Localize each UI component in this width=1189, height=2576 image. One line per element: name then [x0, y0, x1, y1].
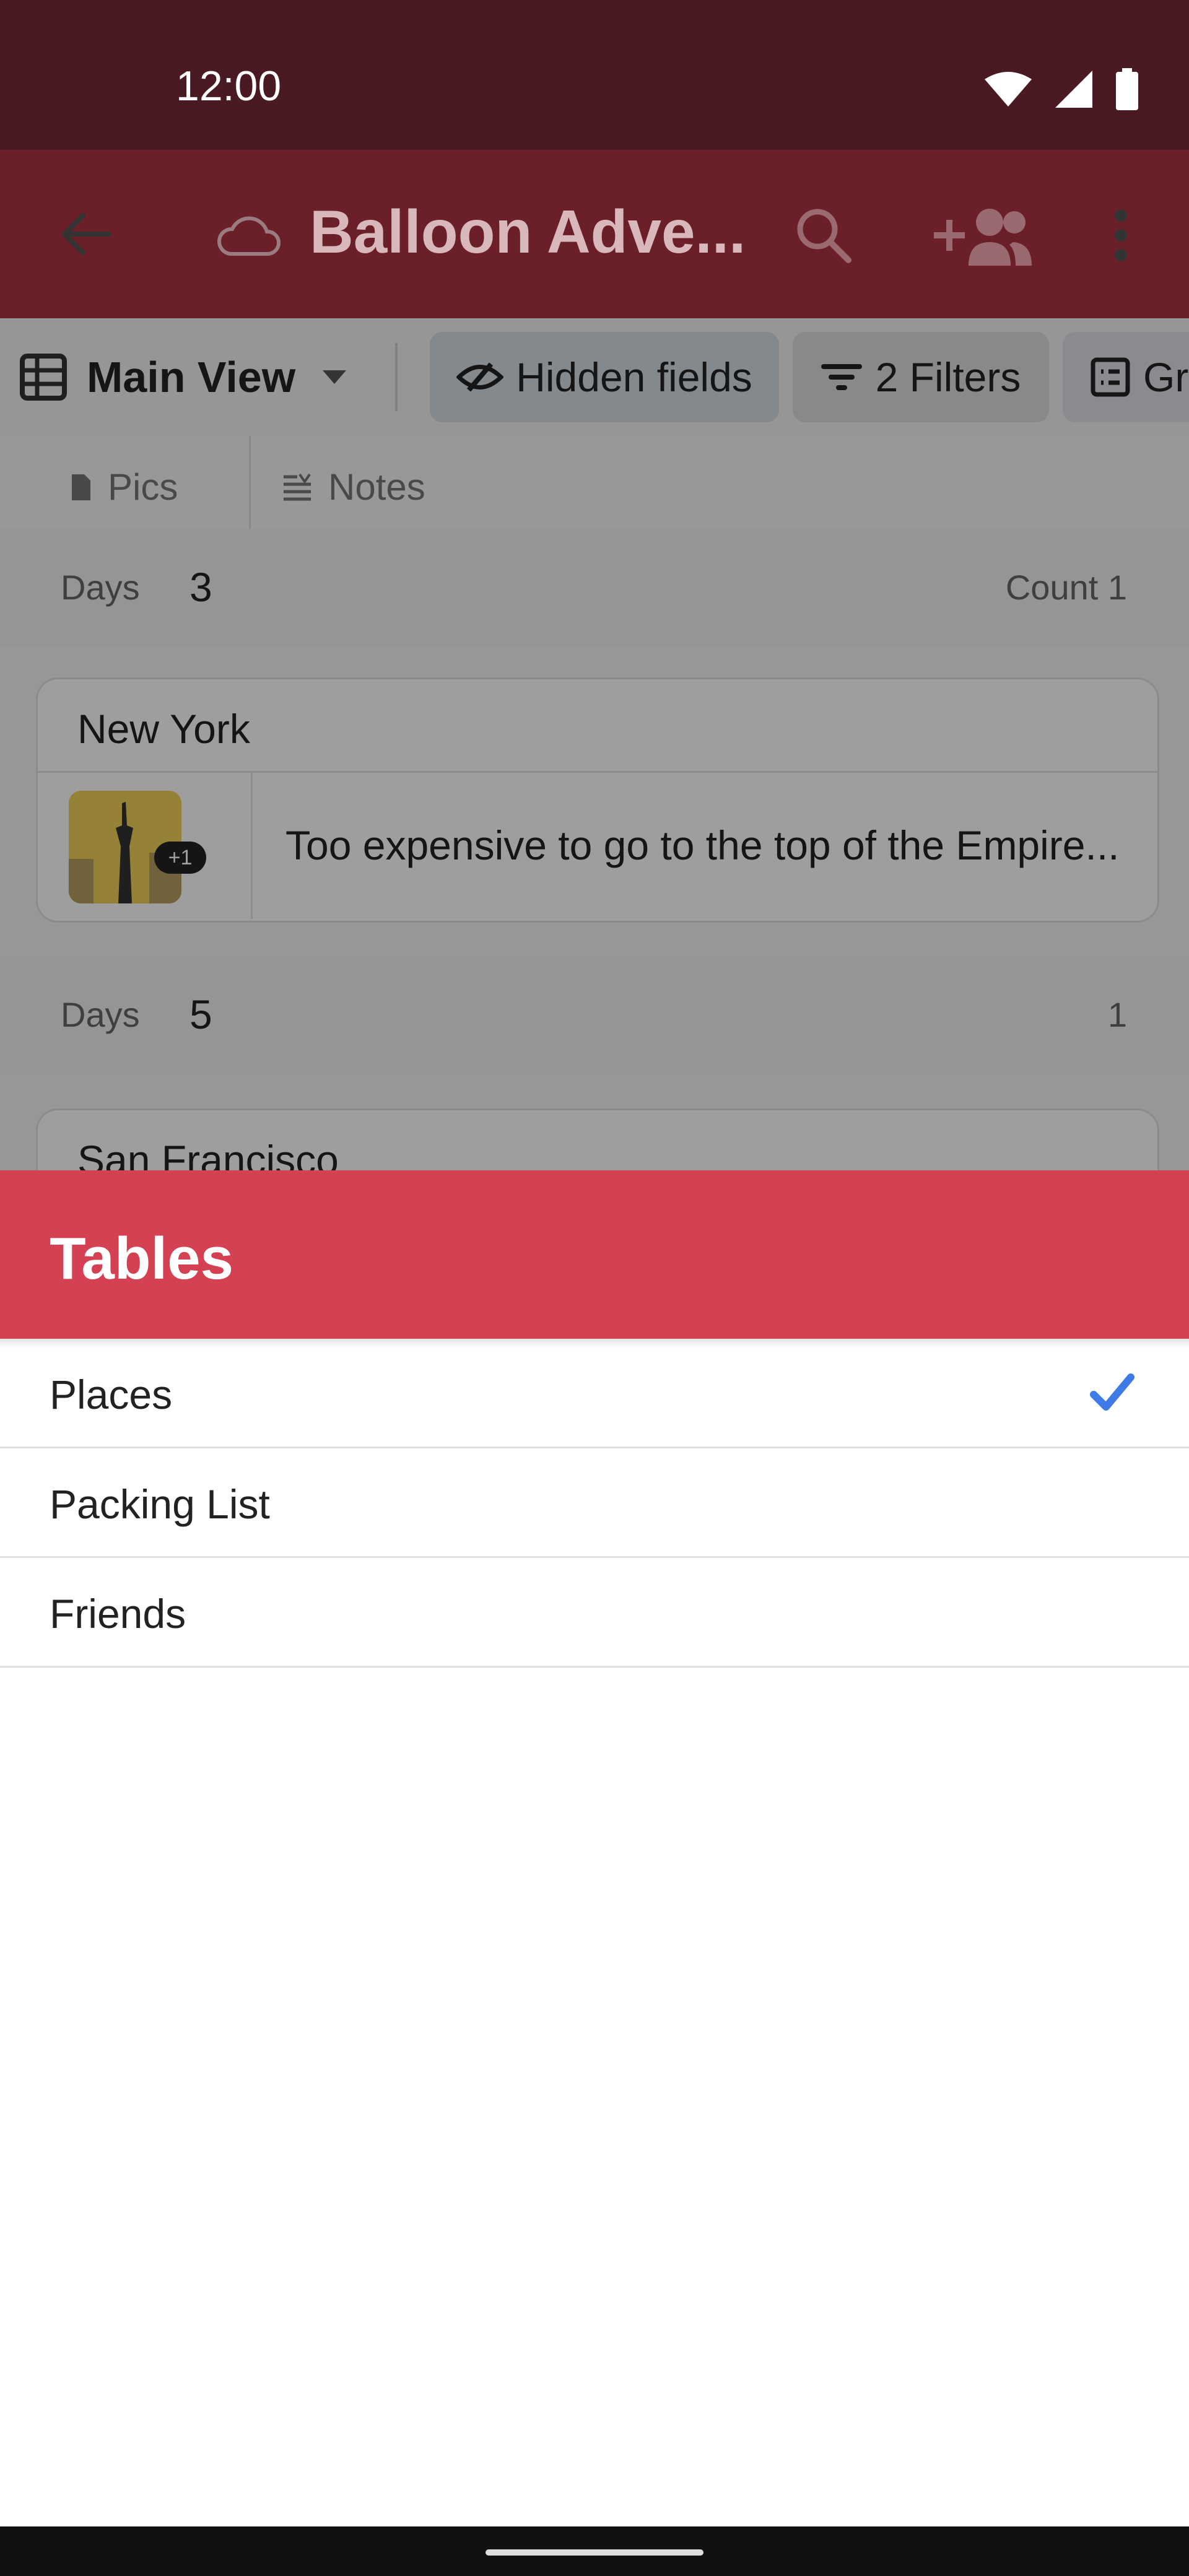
- cloud-icon: [214, 211, 282, 260]
- add-collaborator-button[interactable]: [929, 201, 1034, 269]
- table-label: Friends: [50, 1591, 186, 1637]
- modal-scrim[interactable]: [0, 318, 1189, 1170]
- table-label: Packing List: [50, 1481, 270, 1527]
- table-item-packing-list[interactable]: Packing List: [0, 1448, 1189, 1558]
- table-label: Places: [50, 1372, 173, 1417]
- sheet-title: Tables: [50, 1225, 233, 1292]
- back-button[interactable]: [56, 204, 115, 264]
- add-user-icon: [934, 209, 1032, 266]
- wifi-icon: [985, 72, 1032, 107]
- signal-icon: [1055, 71, 1092, 108]
- status-time: 12:00: [176, 63, 282, 110]
- tables-sheet: Places Packing List Friends: [0, 1339, 1189, 2526]
- search-icon: [797, 209, 851, 263]
- battery-icon: [1116, 68, 1138, 110]
- app-title: Balloon Adve...: [310, 198, 746, 266]
- search-button[interactable]: [793, 204, 855, 266]
- home-gesture-handle[interactable]: [486, 2549, 703, 2556]
- check-icon: [1090, 1373, 1135, 1411]
- more-options-button[interactable]: [1102, 204, 1139, 266]
- table-item-places[interactable]: Places: [0, 1339, 1189, 1448]
- more-vert-icon: [1115, 209, 1127, 261]
- table-item-friends[interactable]: Friends: [0, 1558, 1189, 1668]
- status-icons: [983, 68, 1139, 110]
- sheet-shadow: [0, 1339, 1189, 1349]
- back-arrow-icon: [62, 213, 111, 255]
